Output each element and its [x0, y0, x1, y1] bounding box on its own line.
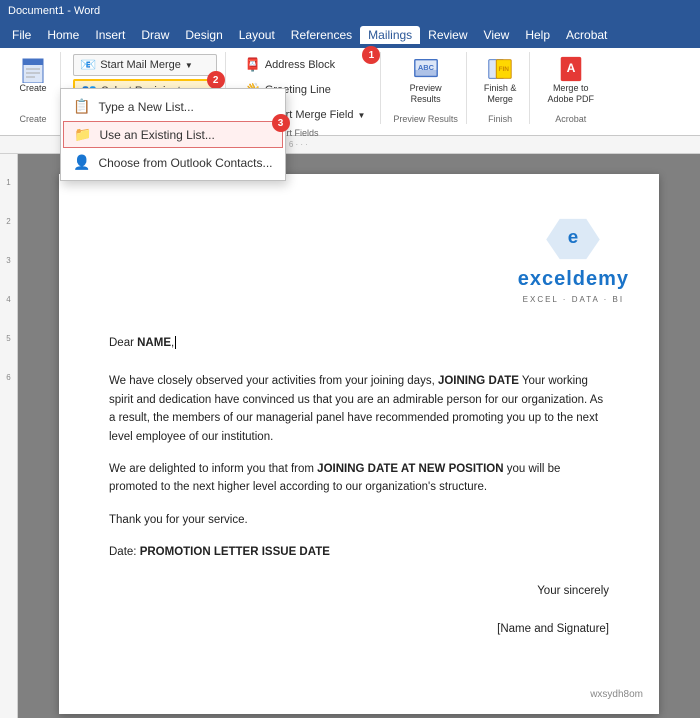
use-existing-label: Use an Existing List...: [99, 128, 214, 142]
finish-group-label: Finish: [488, 114, 512, 124]
title-bar: Document1 - Word: [0, 0, 700, 22]
preview-label: PreviewResults: [410, 83, 442, 105]
document: e exceldemy EXCEL · DATA · BI Dear NAME,…: [59, 174, 659, 714]
preview-icon: ABC: [412, 55, 440, 83]
merge-adobe-button[interactable]: A Merge toAdobe PDF: [542, 52, 599, 108]
address-block-button[interactable]: 📮 Address Block: [238, 54, 373, 76]
outlook-icon: 👤: [73, 154, 90, 171]
finish-merge-button[interactable]: FIN Finish &Merge: [479, 52, 522, 108]
dropdown-overlay: 📋 Type a New List... 📁 Use an Existing L…: [60, 88, 286, 181]
acrobat-group-label: Acrobat: [555, 114, 586, 124]
address-block-label: Address Block: [265, 59, 335, 71]
menu-acrobat[interactable]: Acrobat: [558, 26, 615, 44]
type-new-icon: 📋: [73, 98, 90, 115]
start-mail-merge-arrow: ▼: [185, 61, 193, 70]
exceldemy-name: exceldemy: [518, 264, 629, 294]
watermark: wxsydh8om: [590, 687, 643, 702]
outlook-label: Choose from Outlook Contacts...: [98, 156, 272, 170]
ribbon-group-preview: ABC PreviewResults Preview Results: [385, 52, 467, 124]
badge-2: 2: [207, 71, 225, 89]
issue-date-field: PROMOTION LETTER ISSUE DATE: [140, 546, 330, 558]
create-group-label: Create: [19, 114, 46, 124]
use-existing-icon: 📁: [74, 126, 91, 143]
ribbon-group-acrobat: A Merge toAdobe PDF Acrobat: [534, 52, 607, 124]
address-block-icon: 📮: [245, 57, 261, 73]
paragraph-1: We have closely observed your activities…: [109, 372, 609, 446]
letter-content: Dear NAME, We have closely observed your…: [109, 334, 609, 638]
menu-home[interactable]: Home: [39, 26, 87, 44]
menu-review[interactable]: Review: [420, 26, 475, 44]
menu-mailings[interactable]: Mailings: [360, 26, 420, 44]
closing-1: Your sincerely: [109, 582, 609, 600]
dropdown-menu: 📋 Type a New List... 📁 Use an Existing L…: [60, 88, 286, 181]
joining-date-field: JOINING DATE: [438, 375, 519, 387]
menu-help[interactable]: Help: [517, 26, 558, 44]
type-new-label: Type a New List...: [98, 100, 193, 114]
greeting-line: Dear NAME,: [109, 334, 609, 352]
menu-design[interactable]: Design: [177, 26, 230, 44]
closing-area: Your sincerely [Name and Signature]: [109, 582, 609, 639]
name-field: NAME: [137, 337, 171, 349]
svg-text:e: e: [568, 226, 578, 247]
menu-bar: File Home Insert Draw Design Layout Refe…: [0, 22, 700, 48]
create-icon: [19, 55, 47, 83]
dropdown-item-type-new[interactable]: 📋 Type a New List...: [61, 93, 285, 120]
ribbon-group-finish: FIN Finish &Merge Finish: [471, 52, 531, 124]
preview-group-label: Preview Results: [393, 114, 458, 124]
svg-text:FIN: FIN: [499, 66, 510, 73]
start-mail-merge-button[interactable]: 📧 Start Mail Merge ▼: [73, 54, 217, 76]
start-mail-merge-label: Start Mail Merge: [100, 59, 181, 71]
paragraph-2: We are delighted to inform you that from…: [109, 460, 609, 497]
badge-1: 1: [362, 46, 380, 64]
exceldemy-logo: e exceldemy EXCEL · DATA · BI: [518, 214, 629, 306]
svg-text:A: A: [566, 61, 575, 75]
title-text: Document1 - Word: [8, 5, 100, 17]
insert-merge-arrow: ▼: [357, 111, 365, 120]
left-ruler: 1 2 3 4 5 6: [0, 154, 18, 718]
exceldemy-icon-svg: e: [543, 214, 603, 264]
start-mail-merge-icon: 📧: [80, 57, 96, 73]
dropdown-item-use-existing[interactable]: 📁 Use an Existing List... 3: [63, 121, 283, 148]
finish-label: Finish &Merge: [484, 83, 517, 105]
main-area: 1 2 3 4 5 6 e exceldemy EXCEL · DATA · B…: [0, 154, 700, 718]
badge-3: 3: [272, 114, 290, 132]
cursor: [175, 336, 176, 349]
paragraph-3: Thank you for your service.: [109, 511, 609, 529]
document-container[interactable]: e exceldemy EXCEL · DATA · BI Dear NAME,…: [18, 154, 700, 718]
menu-file[interactable]: File: [4, 26, 39, 44]
menu-layout[interactable]: Layout: [231, 26, 283, 44]
new-position-field: JOINING DATE AT NEW POSITION: [317, 463, 503, 475]
menu-view[interactable]: View: [476, 26, 518, 44]
finish-icon: FIN: [486, 55, 514, 83]
closing-2: [Name and Signature]: [109, 620, 609, 638]
menu-insert[interactable]: Insert: [87, 26, 133, 44]
menu-draw[interactable]: Draw: [133, 26, 177, 44]
create-button[interactable]: Create: [14, 52, 52, 97]
date-line: Date: PROMOTION LETTER ISSUE DATE: [109, 543, 609, 561]
create-label: Create: [19, 83, 46, 94]
dropdown-item-outlook[interactable]: 👤 Choose from Outlook Contacts...: [61, 149, 285, 176]
ribbon-group-create: Create Create: [6, 52, 61, 124]
menu-references[interactable]: References: [283, 26, 360, 44]
exceldemy-tagline: EXCEL · DATA · BI: [523, 294, 624, 306]
preview-results-button[interactable]: ABC PreviewResults: [405, 52, 447, 108]
acrobat-label: Merge toAdobe PDF: [547, 83, 594, 105]
acrobat-icon: A: [557, 55, 585, 83]
